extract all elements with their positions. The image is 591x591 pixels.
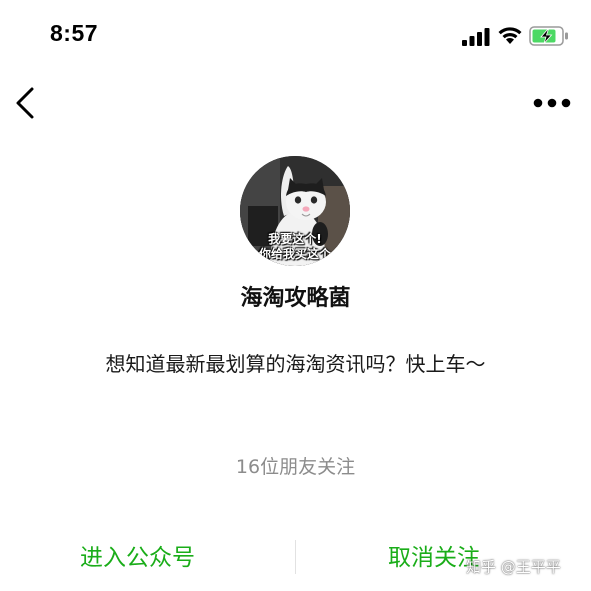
avatar-caption-line1: 我要这个! (268, 232, 322, 246)
back-chevron-icon[interactable] (12, 86, 40, 120)
status-bar: 8:57 (0, 0, 591, 70)
signal-bars-icon (462, 28, 490, 46)
account-name: 海淘攻略菌 (240, 286, 351, 311)
battery-charging-icon (529, 26, 568, 46)
status-time: 8:57 (50, 20, 99, 46)
action-divider (295, 540, 296, 574)
avatar[interactable]: 我要这个! 你给我买这个 (240, 156, 350, 266)
avatar-caption-line2: 你给我买这个 (258, 247, 331, 261)
more-dots-icon[interactable] (532, 96, 572, 110)
enter-account-button[interactable]: 进入公众号 (80, 538, 195, 578)
follower-count: 16位朋友关注 (235, 456, 356, 478)
account-description: 想知道最新最划算的海淘资讯吗？快上车～ (105, 352, 486, 376)
watermark: 知乎 @王平平 (466, 558, 561, 576)
wifi-icon (498, 27, 522, 44)
